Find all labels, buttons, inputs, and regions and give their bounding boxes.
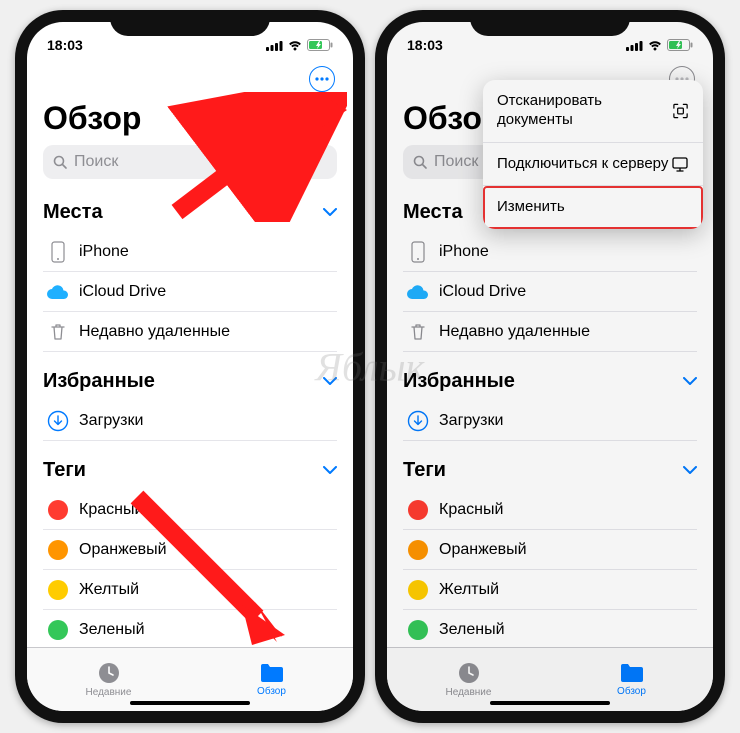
notch xyxy=(470,10,630,36)
tag-red[interactable]: Красный xyxy=(403,490,697,530)
section-places-label: Места xyxy=(43,201,103,224)
section-favorites-label: Избранные xyxy=(403,370,515,393)
section-favorites-header[interactable]: Избранные xyxy=(403,362,697,401)
place-trash[interactable]: Недавно удаленные xyxy=(403,312,697,352)
place-icloud-label: iCloud Drive xyxy=(439,283,526,301)
tag-orange[interactable]: Оранжевый xyxy=(403,530,697,570)
favorite-downloads[interactable]: Загрузки xyxy=(43,401,337,441)
status-icons xyxy=(626,39,693,51)
place-trash-label: Недавно удаленные xyxy=(439,323,590,341)
tag-label: Зеленый xyxy=(439,621,505,639)
menu-edit[interactable]: Изменить xyxy=(483,186,703,229)
section-tags-header[interactable]: Теги xyxy=(43,451,337,490)
scan-icon xyxy=(672,102,689,120)
menu-scan-label: Отсканировать документы xyxy=(497,92,672,130)
dot-icon xyxy=(408,620,428,640)
dot-icon xyxy=(408,540,428,560)
section-tags-label: Теги xyxy=(43,459,86,482)
clock-icon xyxy=(97,661,121,685)
screen: 18:03 Обзор Поиск Места xyxy=(27,22,353,711)
section-favorites-header[interactable]: Избранные xyxy=(43,362,337,401)
context-menu: Отсканировать документы Подключиться к с… xyxy=(483,80,703,229)
wifi-icon xyxy=(647,40,663,51)
annotation-arrow-bottom xyxy=(127,487,287,647)
tab-browse-label: Обзор xyxy=(257,686,286,697)
dot-icon xyxy=(408,580,428,600)
place-icloud-label: iCloud Drive xyxy=(79,283,166,301)
chevron-down-icon xyxy=(683,466,697,475)
home-indicator[interactable] xyxy=(490,701,610,705)
tab-recents-label: Недавние xyxy=(86,687,132,698)
cloud-icon xyxy=(46,284,70,300)
search-icon xyxy=(53,155,68,170)
server-icon xyxy=(671,156,689,172)
dot-icon xyxy=(48,500,68,520)
chevron-down-icon xyxy=(683,377,697,386)
clock-icon xyxy=(457,661,481,685)
trash-icon xyxy=(409,322,427,342)
battery-icon xyxy=(667,39,693,51)
dot-icon xyxy=(48,580,68,600)
place-iphone-label: iPhone xyxy=(439,243,489,261)
iphone-icon xyxy=(411,241,425,263)
place-icloud[interactable]: iCloud Drive xyxy=(403,272,697,312)
tab-recents-label: Недавние xyxy=(446,687,492,698)
tag-green[interactable]: Зеленый xyxy=(403,610,697,647)
iphone-icon xyxy=(51,241,65,263)
section-tags-label: Теги xyxy=(403,459,446,482)
status-time: 18:03 xyxy=(47,37,83,53)
status-time: 18:03 xyxy=(407,37,443,53)
favorite-downloads[interactable]: Загрузки xyxy=(403,401,697,441)
dot-icon xyxy=(48,540,68,560)
search-icon xyxy=(413,155,428,170)
screen: 18:03 Обзор Поиск Места iPho xyxy=(387,22,713,711)
menu-scan-documents[interactable]: Отсканировать документы xyxy=(483,80,703,143)
menu-edit-label: Изменить xyxy=(497,198,565,217)
ellipsis-icon xyxy=(315,77,329,81)
menu-connect-label: Подключиться к серверу xyxy=(497,155,668,174)
place-iphone-label: iPhone xyxy=(79,243,129,261)
tag-yellow[interactable]: Желтый xyxy=(403,570,697,610)
phone-left: 18:03 Обзор Поиск Места xyxy=(15,10,365,723)
favorite-downloads-label: Загрузки xyxy=(79,412,143,430)
trash-icon xyxy=(49,322,67,342)
tab-browse-label: Обзор xyxy=(617,686,646,697)
tag-label: Красный xyxy=(439,501,503,519)
place-icloud[interactable]: iCloud Drive xyxy=(43,272,337,312)
place-iphone[interactable]: iPhone xyxy=(43,232,337,272)
section-places-label: Места xyxy=(403,201,463,224)
home-indicator[interactable] xyxy=(130,701,250,705)
folder-icon xyxy=(619,662,645,684)
annotation-arrow-top xyxy=(167,92,347,222)
more-button[interactable] xyxy=(309,66,335,92)
chevron-down-icon xyxy=(323,377,337,386)
place-trash-label: Недавно удаленные xyxy=(79,323,230,341)
cloud-icon xyxy=(406,284,430,300)
status-icons xyxy=(266,39,333,51)
wifi-icon xyxy=(287,40,303,51)
search-placeholder: Поиск xyxy=(434,153,478,171)
content-area: Обзор Поиск Места iPhone iCloud Drive Не… xyxy=(27,62,353,647)
folder-icon xyxy=(259,662,285,684)
chevron-down-icon xyxy=(323,466,337,475)
download-icon xyxy=(47,410,69,432)
tag-label: Желтый xyxy=(439,581,499,599)
place-trash[interactable]: Недавно удаленные xyxy=(43,312,337,352)
signal-icon xyxy=(266,40,283,51)
signal-icon xyxy=(626,40,643,51)
tag-label: Оранжевый xyxy=(439,541,527,559)
section-favorites-label: Избранные xyxy=(43,370,155,393)
battery-icon xyxy=(307,39,333,51)
place-iphone[interactable]: iPhone xyxy=(403,232,697,272)
favorite-downloads-label: Загрузки xyxy=(439,412,503,430)
notch xyxy=(110,10,270,36)
menu-connect-server[interactable]: Подключиться к серверу xyxy=(483,143,703,187)
section-tags-header[interactable]: Теги xyxy=(403,451,697,490)
phone-right: 18:03 Обзор Поиск Места iPho xyxy=(375,10,725,723)
download-icon xyxy=(407,410,429,432)
dot-icon xyxy=(408,500,428,520)
search-placeholder: Поиск xyxy=(74,153,118,171)
dot-icon xyxy=(48,620,68,640)
